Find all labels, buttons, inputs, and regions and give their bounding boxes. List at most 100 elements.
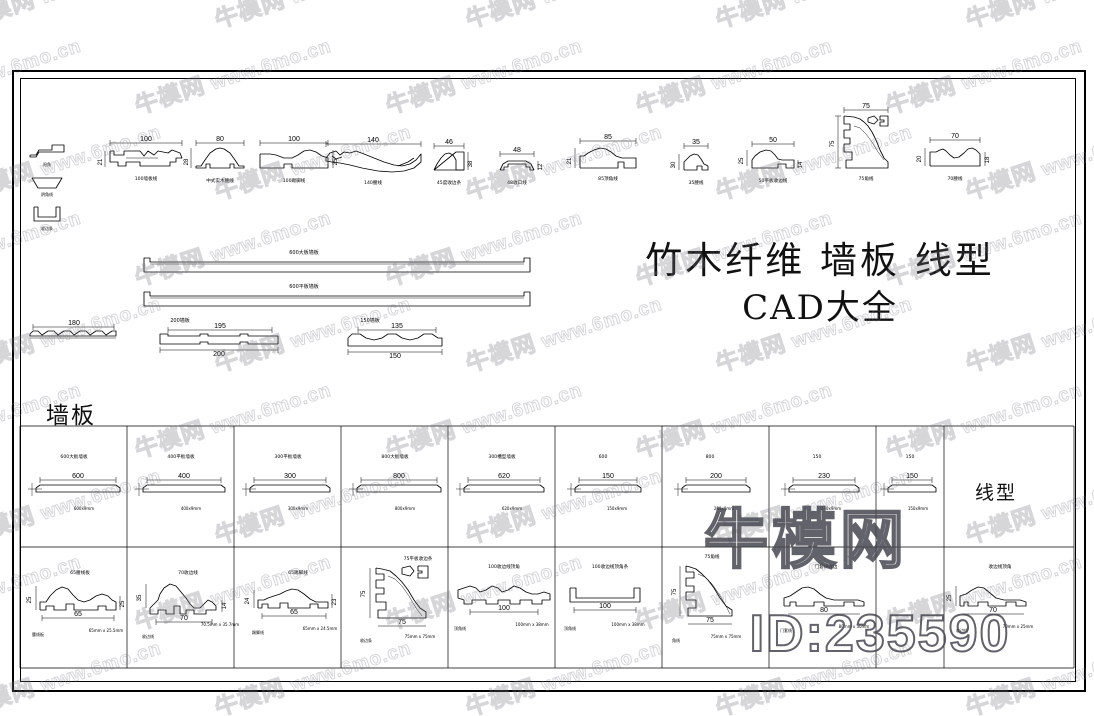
profile-46-edge: 46 38 45度收边条 [434, 139, 474, 186]
svg-text:620x9mm: 620x9mm [502, 506, 522, 511]
svg-text:100: 100 [498, 605, 510, 612]
table-cell-r2c3: 65踢脚线 24 65 23 踢脚线 65mm x 24.5mm [245, 569, 338, 635]
profile-50-flat-edge: 50 25 14 50平板收边线 [739, 137, 804, 184]
svg-text:150x9mm: 150x9mm [607, 506, 627, 511]
svg-text:150: 150 [813, 454, 822, 460]
panel-600-large: 600大板墙板 [144, 249, 530, 272]
svg-text:门套线收边: 门套线收边 [815, 563, 838, 570]
table-cell-r1c6: 600 150 150x9mm [567, 454, 641, 511]
svg-text:140: 140 [367, 137, 379, 144]
profile-100-skirting: 100 25 100踢脚线 [260, 136, 339, 184]
svg-text:48收口线: 48收口线 [507, 179, 527, 186]
svg-text:140腰线: 140腰线 [364, 179, 382, 186]
svg-text:200: 200 [213, 351, 225, 358]
panel-180-corrugated: 180 [30, 320, 116, 338]
title-block: 竹木纤维 墙板 线型 CAD大全 [600, 238, 1040, 329]
table-cell-r2c7: 75角线 75 75 角线 75mm x 75mm [672, 553, 741, 643]
svg-text:14: 14 [222, 602, 228, 609]
svg-text:75mm x 75mm: 75mm x 75mm [711, 634, 742, 639]
svg-text:12: 12 [538, 163, 544, 170]
profile-80-waistline: 80 28 中式实木腰线 [184, 136, 244, 184]
svg-text:46: 46 [445, 139, 453, 146]
svg-text:30: 30 [671, 161, 677, 168]
svg-text:600: 600 [599, 454, 608, 460]
svg-text:100收边线顶角条: 100收边线顶角条 [592, 563, 629, 570]
profile-100-wallboard: 100 21 100墙板线 [98, 136, 182, 182]
table-cell-r1c9: 150 150 150x9mm [880, 454, 936, 511]
table-cell-r1c3: 300平板墙板 300 300x9mm [242, 453, 330, 511]
profile-75-corner: 75 75 75角线 [830, 103, 888, 182]
svg-text:300x9mm: 300x9mm [288, 506, 308, 511]
svg-text:200: 200 [710, 473, 722, 480]
svg-text:150x9mm: 150x9mm [908, 506, 928, 511]
svg-text:195: 195 [214, 323, 226, 330]
svg-text:顶角线: 顶角线 [454, 625, 466, 631]
svg-text:75角线: 75角线 [704, 553, 719, 560]
svg-text:400平板墙板: 400平板墙板 [167, 453, 195, 460]
spec-table-grid [20, 426, 1074, 668]
svg-text:75角线: 75角线 [858, 175, 873, 182]
profile-48-closure: 48 12 48收口线 [500, 147, 544, 186]
svg-text:100: 100 [599, 603, 611, 610]
svg-text:200墙板: 200墙板 [170, 317, 190, 324]
svg-text:70.5mm x 35.7mm: 70.5mm x 35.7mm [201, 622, 239, 627]
svg-text:400: 400 [178, 473, 190, 480]
svg-text:18: 18 [985, 156, 991, 163]
svg-text:75: 75 [862, 103, 870, 110]
svg-text:38: 38 [468, 160, 474, 167]
svg-text:230: 230 [818, 473, 830, 480]
svg-text:180: 180 [68, 320, 80, 327]
panel-200: 200墙板 195 200 [160, 317, 278, 358]
svg-text:150: 150 [906, 473, 918, 480]
svg-text:75mm x 75mm: 75mm x 75mm [405, 634, 436, 639]
profile-140-waistline: 140 140腰线 [326, 137, 421, 186]
profile-icon-group: 阳角 阴角线 收边条 [30, 145, 64, 231]
svg-text:收边条: 收边条 [360, 637, 372, 643]
section-label-wallboard: 墙板 [46, 403, 96, 429]
svg-text:25: 25 [27, 596, 33, 603]
svg-text:100收边线顶角: 100收边线顶角 [488, 563, 520, 570]
svg-text:收边条: 收边条 [41, 225, 53, 231]
svg-text:135: 135 [391, 323, 403, 330]
svg-text:20: 20 [917, 155, 923, 162]
svg-text:65: 65 [74, 611, 82, 618]
svg-text:150墙板: 150墙板 [360, 317, 380, 324]
cad-linework: 阳角 阴角线 收边条 100 21 100墙板线 80 28 中式实木腰线 10… [0, 103, 1094, 716]
svg-text:800: 800 [706, 454, 715, 460]
svg-text:100墙板线: 100墙板线 [135, 175, 158, 182]
svg-text:600x9mm: 600x9mm [74, 506, 94, 511]
svg-text:阴角线: 阴角线 [41, 191, 53, 197]
svg-text:100: 100 [288, 136, 300, 143]
svg-text:70收边线: 70收边线 [178, 569, 198, 576]
svg-text:100: 100 [140, 136, 152, 143]
svg-text:65: 65 [290, 609, 298, 616]
profile-70-waistline: 70 20 18 70腰线 [917, 133, 991, 182]
svg-text:150: 150 [389, 353, 401, 360]
svg-text:150: 150 [602, 473, 614, 480]
svg-text:35: 35 [137, 594, 143, 601]
svg-text:阳角: 阳角 [43, 161, 51, 167]
svg-text:21: 21 [98, 158, 104, 165]
table-cell-r1c1: 600大板墙板 600 600x9mm [28, 453, 120, 511]
table-cell-r1c7: 800 200 200x9mm [674, 454, 750, 511]
svg-text:35腰线: 35腰线 [688, 179, 703, 186]
svg-text:21: 21 [567, 157, 573, 164]
svg-text:25: 25 [739, 157, 745, 164]
svg-text:75: 75 [672, 588, 678, 595]
svg-text:23: 23 [332, 598, 338, 605]
table-cell-r1c8: 150 230 230x9mm [781, 454, 859, 511]
svg-text:28: 28 [184, 158, 190, 165]
table-cell-r2c9: 收边线顶角 25 70 收边线 70mm x 25mm [947, 563, 1033, 633]
svg-text:25: 25 [947, 594, 953, 601]
svg-text:230x9mm: 230x9mm [821, 506, 841, 511]
svg-text:角线: 角线 [672, 637, 680, 643]
svg-text:70: 70 [951, 133, 959, 140]
panel-150: 150墙板 135 150 [348, 317, 442, 360]
svg-text:600大板墙板: 600大板墙板 [289, 249, 319, 256]
table-cell-r2c8: 门套线收边 80 门套线 80mm x 30mm [780, 563, 869, 633]
profile-35-waistline: 35 30 35腰线 [671, 139, 708, 186]
panel-600-flat: 600平板墙板 [144, 283, 530, 306]
section-label-linetype: 线型 [974, 482, 1018, 504]
svg-text:中式实木腰线: 中式实木腰线 [206, 177, 234, 184]
svg-text:65腰线板: 65腰线板 [70, 569, 90, 576]
